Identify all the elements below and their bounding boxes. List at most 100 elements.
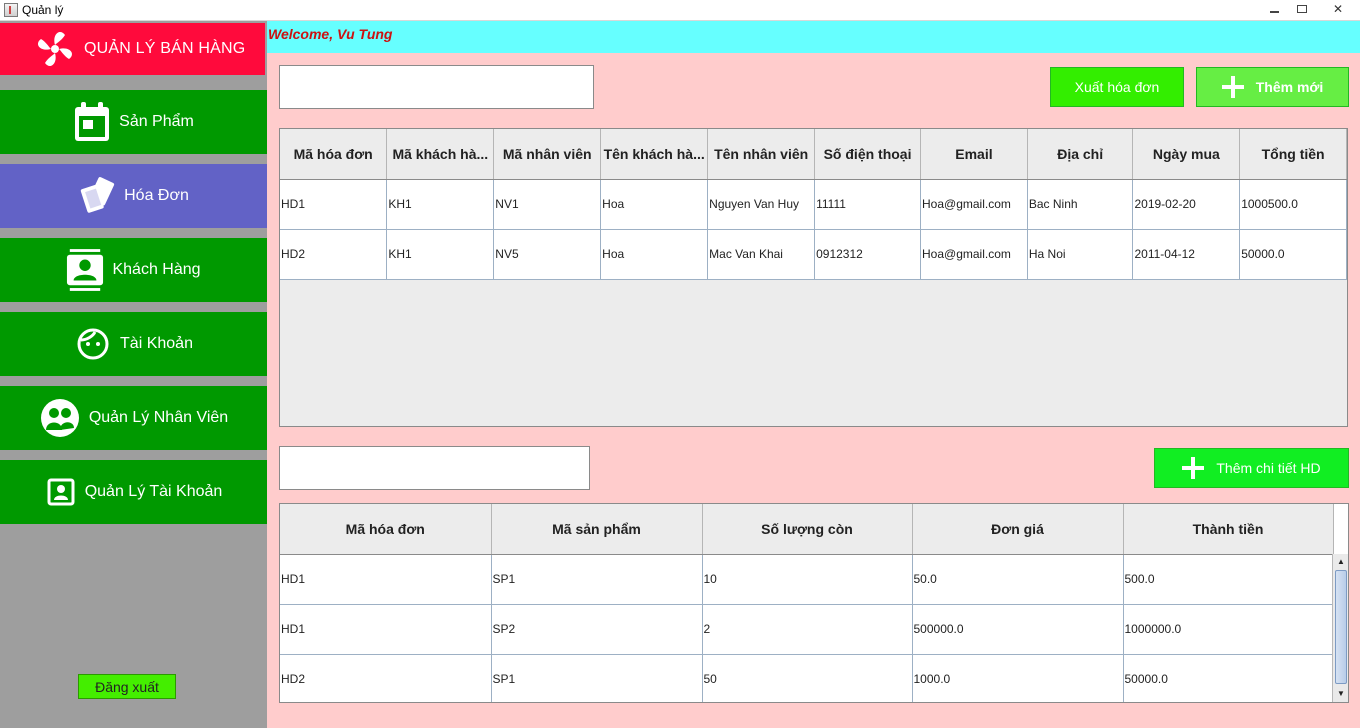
table-cell[interactable]: SP1 bbox=[491, 654, 703, 702]
sidebar-item-quan-ly-nhan-vien[interactable]: Quản Lý Nhân Viên bbox=[0, 386, 267, 450]
calendar-icon bbox=[73, 102, 111, 141]
table-cell[interactable]: HD2 bbox=[280, 229, 388, 280]
cards-icon bbox=[78, 177, 116, 215]
table-cell[interactable]: SP2 bbox=[491, 604, 703, 655]
invoice-table: Mã hóa đơn Mã khách hà... Mã nhân viên T… bbox=[279, 128, 1348, 427]
table-cell[interactable]: 50.0 bbox=[912, 554, 1124, 605]
column-header[interactable]: Thành tiền bbox=[1123, 504, 1334, 555]
table-cell[interactable]: HD1 bbox=[280, 179, 388, 230]
scroll-down-arrow-icon[interactable]: ▼ bbox=[1335, 687, 1347, 699]
minimize-icon bbox=[1269, 11, 1279, 13]
column-header[interactable]: Mã hóa đơn bbox=[280, 504, 492, 555]
sidebar-item-label: Quản Lý Tài Khoản bbox=[84, 483, 223, 500]
table-cell[interactable]: Bac Ninh bbox=[1027, 179, 1134, 230]
column-header[interactable]: Tên khách hà... bbox=[600, 129, 709, 180]
table-cell[interactable]: SP1 bbox=[491, 554, 703, 605]
table-cell[interactable]: 500.0 bbox=[1123, 554, 1334, 605]
column-header[interactable]: Số lượng còn bbox=[702, 504, 913, 555]
table-cell[interactable]: NV5 bbox=[493, 229, 602, 280]
sidebar-item-quan-ly-tai-khoan[interactable]: Quản Lý Tài Khoản bbox=[0, 460, 267, 524]
sidebar-item-label: Tài Khoản bbox=[120, 335, 193, 352]
column-header[interactable]: Email bbox=[920, 129, 1028, 180]
scroll-up-arrow-icon[interactable]: ▲ bbox=[1335, 555, 1347, 567]
column-header[interactable]: Địa chỉ bbox=[1027, 129, 1134, 180]
column-header[interactable]: Số điện thoại bbox=[814, 129, 921, 180]
table-cell[interactable]: HD1 bbox=[280, 604, 492, 655]
table-cell[interactable]: Nguyen Van Huy bbox=[707, 179, 816, 230]
plus-icon bbox=[1221, 76, 1244, 98]
add-new-label: Thêm mới bbox=[1255, 79, 1324, 95]
sidebar-item-label: Hóa Đơn bbox=[124, 187, 189, 204]
table-row[interactable]: HD1 SP1 10 50.0 500.0 bbox=[280, 554, 1334, 605]
window-titlebar: Quản lý ✕ bbox=[0, 0, 1360, 21]
sidebar-item-label: Khách Hàng bbox=[112, 261, 201, 278]
table-cell[interactable]: 10 bbox=[702, 554, 913, 605]
column-header[interactable]: Đơn giá bbox=[912, 504, 1124, 555]
table-cell[interactable]: 2011-04-12 bbox=[1132, 229, 1241, 280]
table-cell[interactable]: 2019-02-20 bbox=[1132, 179, 1241, 230]
minimize-button[interactable] bbox=[1260, 0, 1288, 18]
column-header[interactable]: Tên nhân viên bbox=[707, 129, 816, 180]
window-title: Quản lý bbox=[22, 3, 64, 17]
add-detail-button[interactable]: Thêm chi tiết HD bbox=[1154, 448, 1349, 488]
table-cell[interactable]: HD1 bbox=[280, 554, 492, 605]
table-cell[interactable]: KH1 bbox=[386, 179, 495, 230]
logout-button[interactable]: Đăng xuất bbox=[78, 674, 176, 699]
add-new-button[interactable]: Thêm mới bbox=[1196, 67, 1349, 107]
table-cell[interactable]: 1000500.0 bbox=[1239, 179, 1347, 230]
detail-search-input[interactable] bbox=[279, 446, 590, 490]
sidebar-item-san-pham[interactable]: Sản Phẩm bbox=[0, 90, 267, 154]
table-cell[interactable]: Ha Noi bbox=[1027, 229, 1134, 280]
brand-header: QUẢN LÝ BÁN HÀNG bbox=[0, 23, 265, 75]
column-header[interactable]: Mã sản phẩm bbox=[491, 504, 703, 555]
table-row[interactable]: HD1 KH1 NV1 Hoa Nguyen Van Huy 11111 Hoa… bbox=[280, 179, 1347, 230]
table-cell[interactable]: Hoa bbox=[600, 229, 709, 280]
table-cell[interactable]: NV1 bbox=[493, 179, 602, 230]
table-cell[interactable]: 50 bbox=[702, 654, 913, 702]
sidebar-item-khach-hang[interactable]: Khách Hàng bbox=[0, 238, 267, 302]
table-cell[interactable]: 50000.0 bbox=[1123, 654, 1334, 702]
table-cell[interactable]: 11111 bbox=[814, 179, 921, 230]
table-row[interactable]: HD2 KH1 NV5 Hoa Mac Van Khai 0912312 Hoa… bbox=[280, 229, 1347, 280]
close-button[interactable]: ✕ bbox=[1318, 0, 1358, 18]
table-row[interactable]: HD2 SP1 50 1000.0 50000.0 bbox=[280, 654, 1334, 702]
table-cell[interactable]: HD2 bbox=[280, 654, 492, 702]
table-cell[interactable]: 2 bbox=[702, 604, 913, 655]
sidebar-item-hoa-don[interactable]: Hóa Đơn bbox=[0, 164, 267, 228]
column-header[interactable]: Ngày mua bbox=[1132, 129, 1241, 180]
brand-title: QUẢN LÝ BÁN HÀNG bbox=[84, 40, 246, 57]
column-header[interactable]: Mã nhân viên bbox=[493, 129, 602, 180]
table-cell[interactable]: Hoa@gmail.com bbox=[920, 229, 1028, 280]
table-cell[interactable]: KH1 bbox=[386, 229, 495, 280]
detail-table-scrollbar[interactable]: ▲ ▼ bbox=[1332, 554, 1348, 702]
table-header-row: Mã hóa đơn Mã khách hà... Mã nhân viên T… bbox=[280, 129, 1347, 180]
export-invoice-button[interactable]: Xuất hóa đơn bbox=[1050, 67, 1184, 107]
table-cell[interactable]: 0912312 bbox=[814, 229, 921, 280]
sidebar-item-label: Sản Phẩm bbox=[119, 113, 194, 130]
maximize-button[interactable] bbox=[1288, 0, 1316, 18]
table-cell[interactable]: 50000.0 bbox=[1239, 229, 1347, 280]
table-cell[interactable]: Mac Van Khai bbox=[707, 229, 816, 280]
scrollbar-thumb[interactable] bbox=[1335, 570, 1347, 684]
table-cell[interactable]: 1000.0 bbox=[912, 654, 1124, 702]
column-header[interactable]: Mã hóa đơn bbox=[280, 129, 388, 180]
invoice-search-input[interactable] bbox=[279, 65, 594, 109]
plus-icon bbox=[1182, 457, 1205, 479]
table-cell[interactable]: Hoa@gmail.com bbox=[920, 179, 1028, 230]
account-box-icon bbox=[45, 473, 77, 511]
contact-card-icon bbox=[66, 249, 104, 291]
group-icon bbox=[39, 397, 81, 439]
table-row[interactable]: HD1 SP2 2 500000.0 1000000.0 bbox=[280, 604, 1334, 655]
invoice-detail-table: Mã hóa đơn Mã sản phẩm Số lượng còn Đơn … bbox=[279, 503, 1349, 703]
table-cell[interactable]: 500000.0 bbox=[912, 604, 1124, 655]
column-header[interactable]: Mã khách hà... bbox=[386, 129, 495, 180]
sidebar-item-label: Quản Lý Nhân Viên bbox=[88, 409, 229, 426]
table-cell[interactable]: 1000000.0 bbox=[1123, 604, 1334, 655]
sidebar-item-tai-khoan[interactable]: Tài Khoản bbox=[0, 312, 267, 376]
sidebar: QUẢN LÝ BÁN HÀNG Sản Phẩm Hóa Đơn Khách … bbox=[0, 21, 267, 728]
pinwheel-logo-icon bbox=[32, 26, 78, 72]
add-detail-label: Thêm chi tiết HD bbox=[1216, 460, 1321, 476]
export-invoice-label: Xuất hóa đơn bbox=[1074, 79, 1160, 95]
column-header[interactable]: Tổng tiền bbox=[1239, 129, 1347, 180]
table-cell[interactable]: Hoa bbox=[600, 179, 709, 230]
